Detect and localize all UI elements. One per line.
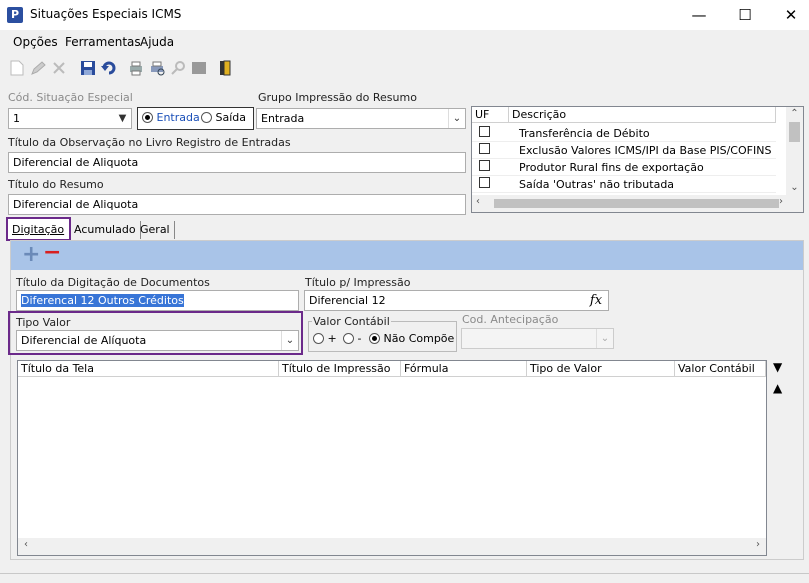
documents-grid[interactable]: Título da Tela Título de Impressão Fórmu… (17, 360, 767, 556)
scroll-left-icon[interactable]: ‹ (24, 539, 28, 550)
scroll-up-icon[interactable]: ⌃ (786, 107, 803, 121)
saida-radio[interactable]: Saída (201, 111, 246, 124)
uf-column-header[interactable]: UF (472, 107, 509, 123)
minimize-button[interactable]: — (676, 0, 722, 30)
maximize-button[interactable]: ☐ (722, 0, 768, 30)
obs-livro-input[interactable]: Diferencial de Aliquota (8, 152, 466, 173)
grupo-impressao-label: Grupo Impressão do Resumo (258, 91, 417, 104)
scroll-down-icon[interactable]: ⌄ (786, 182, 803, 193)
scroll-right-icon[interactable]: › (756, 539, 760, 550)
scroll-left-icon[interactable]: ‹ (476, 196, 480, 207)
entrada-radio[interactable]: Entrada (142, 111, 200, 124)
col-valor-contabil[interactable]: Valor Contábil (675, 361, 766, 377)
descricao-column-header[interactable]: Descrição (509, 107, 776, 123)
radio-unselected-icon (313, 333, 324, 344)
horizontal-scrollbar[interactable]: ‹ › (18, 538, 766, 555)
col-formula[interactable]: Fórmula (401, 361, 527, 377)
minus-radio[interactable]: - (343, 332, 361, 345)
titulo-impressao-label: Título p/ Impressão (305, 276, 411, 289)
scroll-thumb[interactable] (494, 199, 779, 208)
cod-antecipacao-combo[interactable]: ⌄ (461, 328, 614, 349)
exit-door-icon[interactable] (217, 60, 233, 76)
status-divider (0, 573, 809, 574)
nao-compoe-radio[interactable]: Não Compõe (369, 332, 454, 345)
checkbox-icon[interactable] (479, 177, 490, 188)
message-icon[interactable] (191, 60, 207, 76)
uf-list: Transferência de Débito Exclusão Valores… (472, 125, 776, 195)
move-up-icon[interactable]: ▲ (773, 381, 782, 395)
titulo-resumo-label: Título do Resumo (8, 178, 104, 191)
add-icon[interactable]: + (22, 244, 40, 266)
plus-radio[interactable]: + (313, 332, 337, 345)
titulo-resumo-input[interactable]: Diferencial de Aliquota (8, 194, 466, 215)
delete-icon[interactable] (51, 60, 67, 76)
grupo-impressao-combo[interactable]: Entrada ⌄ (256, 108, 466, 129)
checkbox-icon[interactable] (479, 143, 490, 154)
chevron-down-icon[interactable]: ⌄ (448, 109, 465, 128)
radio-unselected-icon (343, 333, 354, 344)
tab-geral[interactable]: Geral (140, 221, 175, 239)
tipo-valor-label: Tipo Valor (16, 316, 71, 329)
grupo-impressao-value: Entrada (261, 112, 305, 125)
toolbar-band (11, 241, 803, 270)
checkbox-icon[interactable] (479, 126, 490, 137)
formula-fx-icon[interactable]: fx (584, 291, 608, 310)
scroll-thumb[interactable] (789, 122, 800, 142)
app-icon: P (7, 7, 23, 23)
tab-acumulado[interactable]: Acumulado (74, 221, 141, 239)
menu-ajuda[interactable]: Ajuda (140, 35, 174, 49)
menu-opcoes[interactable]: Opções (13, 35, 58, 49)
list-item[interactable]: Transferência de Débito (472, 125, 776, 142)
titulo-impressao-input[interactable]: Diferencial 12 (304, 290, 609, 311)
new-document-icon[interactable] (9, 60, 25, 76)
tab-digitacao[interactable]: Digitação (6, 217, 71, 241)
undo-icon[interactable] (101, 60, 117, 76)
search-icon[interactable] (170, 60, 186, 76)
cod-antecipacao-label: Cod. Antecipação (462, 313, 559, 326)
save-icon[interactable] (80, 60, 96, 76)
radio-selected-icon (142, 112, 153, 123)
chevron-down-icon[interactable]: ▼ (114, 109, 131, 128)
print-preview-icon[interactable] (149, 60, 165, 76)
horizontal-scrollbar[interactable]: ‹ › (472, 195, 803, 212)
titulo-digitacao-label: Título da Digitação de Documentos (16, 276, 210, 289)
chevron-down-icon[interactable]: ⌄ (281, 331, 298, 350)
cod-situacao-combo[interactable]: 1 ▼ (8, 108, 132, 129)
scroll-right-icon[interactable]: › (779, 196, 783, 207)
uf-descricao-grid[interactable]: UF Descrição Transferência de Débito Exc… (471, 106, 804, 213)
valor-contabil-label: Valor Contábil (312, 315, 391, 328)
cod-situacao-value: 1 (13, 112, 20, 125)
col-titulo-tela[interactable]: Título da Tela (18, 361, 279, 377)
menu-ferramentas[interactable]: Ferramentas (65, 35, 141, 49)
radio-selected-icon (369, 333, 380, 344)
list-item[interactable]: Exclusão Valores ICMS/IPI da Base PIS/CO… (472, 142, 776, 159)
chevron-down-icon[interactable]: ⌄ (596, 329, 613, 348)
move-down-icon[interactable]: ▼ (773, 360, 782, 374)
radio-unselected-icon (201, 112, 212, 123)
window-title: Situações Especiais ICMS (30, 7, 182, 21)
checkbox-icon[interactable] (479, 160, 490, 171)
edit-pencil-icon[interactable] (30, 60, 46, 76)
col-titulo-impressao[interactable]: Título de Impressão (279, 361, 401, 377)
list-item[interactable]: Produtor Rural fins de exportação (472, 159, 776, 176)
vertical-scrollbar[interactable]: ⌃ ⌄ (786, 107, 803, 195)
col-tipo-valor[interactable]: Tipo de Valor (527, 361, 675, 377)
obs-livro-label: Título da Observação no Livro Registro d… (8, 136, 291, 149)
tipo-valor-combo[interactable]: Diferencial de Alíquota ⌄ (16, 330, 299, 351)
print-icon[interactable] (128, 60, 144, 76)
cod-situacao-label: Cód. Situação Especial (8, 91, 133, 104)
remove-icon[interactable]: − (43, 242, 61, 264)
titulo-digitacao-input[interactable]: Diferencal 12 Outros Créditos (16, 290, 299, 311)
close-button[interactable]: ✕ (768, 0, 809, 30)
list-item[interactable]: Saída 'Outras' não tributada (472, 176, 776, 193)
